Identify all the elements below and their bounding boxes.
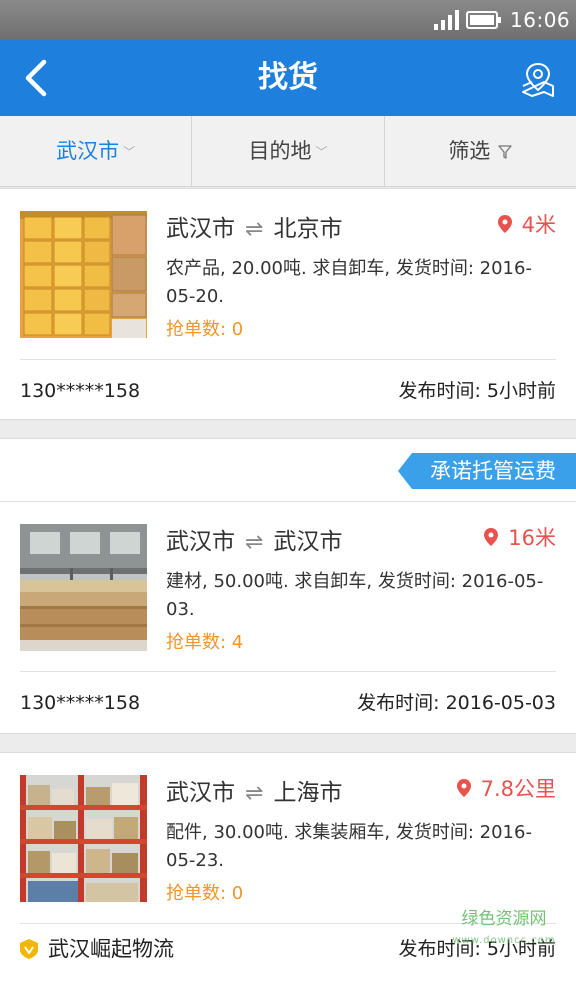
signal-icon — [434, 10, 459, 30]
cargo-description: 配件, 30.00吨. 求集装厢车, 发货时间: 2016-05-23. — [166, 822, 532, 871]
map-location-icon[interactable] — [520, 60, 556, 98]
distance-value: 7.8公里 — [480, 777, 556, 801]
filter-screen[interactable]: 筛选 — [385, 116, 576, 186]
filter-origin[interactable]: 武汉市 ﹀ — [0, 116, 193, 186]
exchange-arrows-icon: ⇌ — [245, 217, 264, 242]
listing-footer: 130*****158 发布时间: 2016-05-03 — [20, 672, 556, 734]
grab-count: 抢单数: 4 — [166, 632, 244, 653]
verified-badge-icon — [20, 939, 38, 959]
company-name: 武汉崛起物流 — [20, 924, 174, 974]
contact-phone: 130*****158 — [20, 692, 141, 714]
escrow-freight-banner: 承诺托管运费 — [398, 453, 576, 489]
exchange-arrows-icon: ⇌ — [245, 781, 264, 806]
origin-city: 武汉市 — [166, 216, 235, 242]
destination-city: 北京市 — [273, 216, 343, 242]
cargo-photo — [20, 211, 147, 338]
destination-city: 武汉市 — [273, 529, 343, 555]
route: 武汉市 ⇌ 武汉市 — [166, 522, 342, 556]
battery-icon — [466, 11, 501, 29]
origin-city: 武汉市 — [166, 780, 235, 806]
route: 武汉市 ⇌ 上海市 — [166, 773, 342, 807]
filter-destination-label: 目的地 — [248, 139, 312, 163]
location-pin-icon — [484, 528, 499, 546]
status-bar: 16:06 — [0, 0, 576, 40]
cargo-photo — [20, 775, 147, 902]
list-item[interactable]: 武汉市 ⇌ 北京市 4米 农产品, 20.00吨. 求自卸车, 发货时间: 2016… — [0, 188, 576, 420]
cargo-description: 建材, 50.00吨. 求自卸车, 发货时间: 2016-05-03. — [166, 571, 544, 620]
watermark-sub: www.downcc.com — [452, 935, 556, 946]
watermark: 绿色资源网 www.downcc.com — [444, 908, 564, 948]
distance: 7.8公里 — [456, 773, 556, 803]
company-name-text: 武汉崛起物流 — [48, 937, 174, 961]
origin-city: 武汉市 — [166, 529, 235, 555]
filter-origin-label: 武汉市 — [56, 139, 120, 163]
listing-footer: 130*****158 发布时间: 5小时前 — [20, 360, 556, 422]
app-bar: 找货 — [0, 40, 576, 116]
page-title: 找货 — [258, 60, 318, 95]
publish-time: 发布时间: 2016-05-03 — [357, 692, 556, 714]
destination-city: 上海市 — [273, 780, 343, 806]
filter-destination[interactable]: 目的地 ﹀ — [192, 116, 385, 186]
contact-phone: 130*****158 — [20, 380, 141, 402]
filter-bar: 武汉市 ﹀ 目的地 ﹀ 筛选 — [0, 116, 576, 187]
exchange-arrows-icon: ⇌ — [245, 530, 264, 555]
cargo-photo — [20, 524, 147, 651]
chevron-left-icon[interactable] — [20, 58, 54, 98]
cargo-description: 农产品, 20.00吨. 求自卸车, 发货时间: 2016-05-20. — [166, 258, 532, 307]
watermark-text: 绿色资源网 — [461, 909, 547, 929]
chevron-down-icon: ﹀ — [123, 145, 136, 159]
publish-time: 发布时间: 5小时前 — [398, 380, 556, 402]
grab-count: 抢单数: 0 — [166, 319, 244, 340]
list-item[interactable]: 承诺托管运费 武汉市 ⇌ 武汉市 16米 建材, 50.00吨. 求自卸车, 发… — [0, 438, 576, 734]
chevron-down-icon: ﹀ — [315, 145, 328, 159]
distance: 16米 — [484, 522, 556, 552]
distance: 4米 — [497, 209, 556, 239]
status-time: 16:06 — [510, 8, 571, 32]
banner-row: 承诺托管运费 — [0, 439, 576, 502]
grab-count: 抢单数: 0 — [166, 883, 244, 904]
distance-value: 4米 — [521, 213, 556, 237]
route: 武汉市 ⇌ 北京市 — [166, 209, 342, 243]
filter-screen-label: 筛选 — [448, 139, 491, 163]
location-pin-icon — [497, 215, 512, 233]
location-pin-icon — [456, 779, 471, 797]
funnel-icon — [498, 145, 512, 159]
distance-value: 16米 — [508, 526, 556, 550]
